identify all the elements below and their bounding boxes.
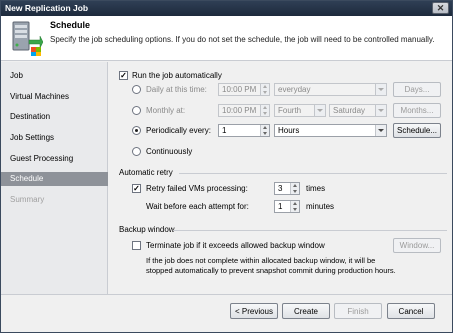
page-title: Schedule bbox=[50, 20, 91, 30]
backup-window-heading: Backup window bbox=[119, 225, 175, 234]
retry-count-value: 3 bbox=[278, 184, 283, 193]
daily-days-value: everyday bbox=[278, 85, 311, 94]
backup-window-note-line2: stopped automatically to prevent snapsho… bbox=[146, 266, 396, 275]
periodically-radio[interactable] bbox=[132, 126, 141, 135]
retry-unit-label: times bbox=[306, 184, 326, 193]
monthly-label: Monthly at: bbox=[146, 106, 186, 115]
sidebar-item-job-settings[interactable]: Job Settings bbox=[1, 131, 108, 145]
run-automatically-label: Run the job automatically bbox=[132, 71, 222, 80]
daily-days-select[interactable]: everyday bbox=[274, 83, 387, 96]
section-divider bbox=[173, 230, 447, 231]
finish-button[interactable]: Finish bbox=[334, 303, 382, 319]
sidebar-item-guest-processing[interactable]: Guest Processing bbox=[1, 152, 108, 166]
section-divider bbox=[179, 173, 447, 174]
monthly-time-input[interactable]: 10:00 PM bbox=[218, 104, 270, 117]
daily-time-spinner-icon[interactable] bbox=[260, 84, 269, 95]
replication-job-window: New Replication Job ✕ Schedule Specify t… bbox=[0, 0, 453, 333]
monthly-radio[interactable] bbox=[132, 106, 141, 115]
daily-radio[interactable] bbox=[132, 85, 141, 94]
schedule-button[interactable]: Schedule... bbox=[393, 123, 441, 138]
retry-count-spinner-icon[interactable] bbox=[290, 183, 299, 194]
chevron-down-icon[interactable] bbox=[314, 105, 325, 116]
server-schedule-icon bbox=[12, 21, 43, 56]
monthly-time-spinner-icon[interactable] bbox=[260, 105, 269, 116]
periodic-unit-value: Hours bbox=[278, 126, 300, 135]
run-automatically-checkbox[interactable]: ✓ bbox=[119, 71, 128, 80]
wait-minutes-value: 1 bbox=[278, 202, 283, 211]
continuously-label: Continuously bbox=[146, 147, 193, 156]
continuously-radio[interactable] bbox=[132, 147, 141, 156]
periodic-interval-value: 1 bbox=[222, 126, 227, 135]
daily-label: Daily at this time: bbox=[146, 85, 207, 94]
monthly-week-select[interactable]: Fourth bbox=[274, 104, 326, 117]
daily-time-input[interactable]: 10:00 PM bbox=[218, 83, 270, 96]
terminate-job-label: Terminate job if it exceeds allowed back… bbox=[146, 241, 325, 250]
wait-minutes-spinner-icon[interactable] bbox=[290, 201, 299, 212]
periodic-interval-spinner-icon[interactable] bbox=[260, 125, 269, 136]
retry-failed-checkbox[interactable]: ✓ bbox=[132, 184, 141, 193]
window-title: New Replication Job bbox=[5, 3, 89, 13]
retry-failed-label: Retry failed VMs processing: bbox=[146, 184, 248, 193]
schedule-panel: ✓ Run the job automatically Daily at thi… bbox=[109, 62, 452, 294]
sidebar-item-virtual-machines[interactable]: Virtual Machines bbox=[1, 90, 108, 104]
periodic-unit-select[interactable]: Hours bbox=[274, 124, 387, 137]
months-button[interactable]: Months... bbox=[393, 103, 441, 118]
automatic-retry-heading: Automatic retry bbox=[119, 168, 173, 177]
sidebar-item-job[interactable]: Job bbox=[1, 69, 108, 83]
chevron-down-icon[interactable] bbox=[375, 105, 386, 116]
periodic-interval-input[interactable]: 1 bbox=[218, 124, 270, 137]
page-description: Specify the job scheduling options. If y… bbox=[50, 35, 435, 44]
window-button[interactable]: Window... bbox=[393, 238, 441, 253]
monthly-day-select[interactable]: Saturday bbox=[329, 104, 387, 117]
cancel-button[interactable]: Cancel bbox=[387, 303, 435, 319]
wizard-header: Schedule Specify the job scheduling opti… bbox=[1, 16, 452, 61]
wizard-steps-sidebar: Job Virtual Machines Destination Job Set… bbox=[1, 62, 108, 294]
backup-window-note-line1: If the job does not complete within allo… bbox=[146, 256, 376, 265]
sidebar-item-destination[interactable]: Destination bbox=[1, 110, 108, 124]
daily-time-value: 10:00 PM bbox=[222, 85, 257, 94]
retry-count-input[interactable]: 3 bbox=[274, 182, 300, 195]
terminate-job-checkbox[interactable] bbox=[132, 241, 141, 250]
sidebar-item-schedule[interactable]: Schedule bbox=[1, 172, 108, 186]
footer-divider bbox=[1, 294, 452, 295]
create-button[interactable]: Create bbox=[282, 303, 330, 319]
close-icon[interactable]: ✕ bbox=[432, 2, 449, 14]
chevron-down-icon[interactable] bbox=[375, 84, 386, 95]
chevron-down-icon[interactable] bbox=[375, 125, 386, 136]
monthly-day-value: Saturday bbox=[333, 106, 366, 115]
wait-minutes-input[interactable]: 1 bbox=[274, 200, 300, 213]
monthly-week-value: Fourth bbox=[278, 106, 302, 115]
periodically-label: Periodically every: bbox=[146, 126, 211, 135]
sidebar-item-summary[interactable]: Summary bbox=[1, 193, 108, 207]
wait-unit-label: minutes bbox=[306, 202, 335, 211]
previous-button[interactable]: < Previous bbox=[230, 303, 278, 319]
wait-label: Wait before each attempt for: bbox=[146, 202, 249, 211]
monthly-time-value: 10:00 PM bbox=[222, 106, 257, 115]
title-bar: New Replication Job ✕ bbox=[1, 1, 452, 16]
days-button[interactable]: Days... bbox=[393, 82, 441, 97]
